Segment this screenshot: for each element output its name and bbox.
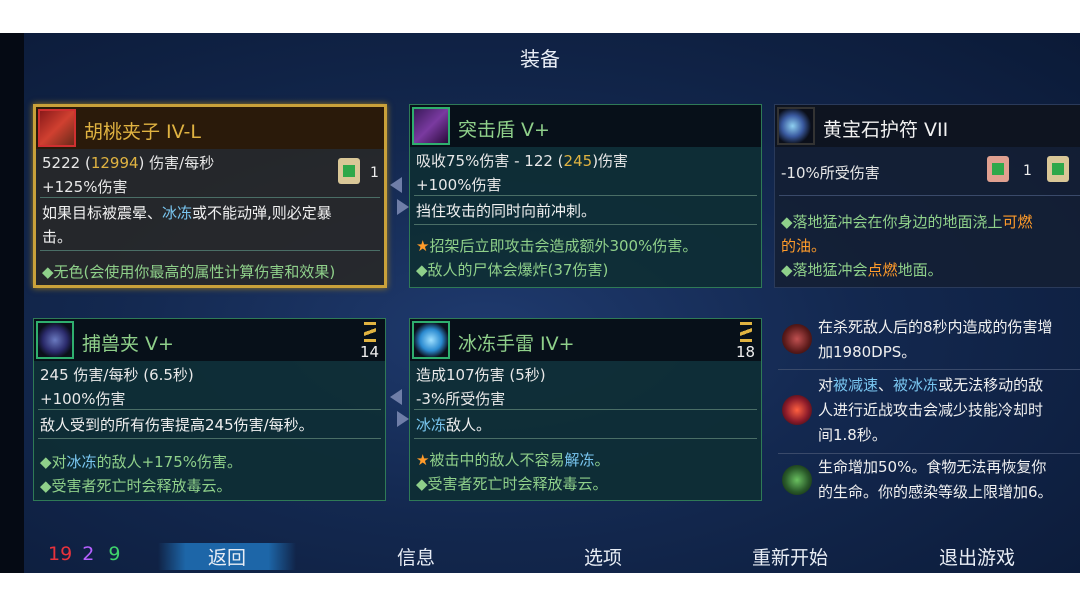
scroll-count: 1 bbox=[370, 165, 379, 181]
dps-line: 5222 (12994) 伤害/每秒 bbox=[42, 154, 215, 172]
mutation-list: 在杀死敌人后的8秒内造成的伤害增 加1980DPS。 对被减速、被冰冻或无法移动的… bbox=[778, 315, 1080, 505]
survival-scroll-icon bbox=[1047, 156, 1069, 182]
divider bbox=[779, 195, 1080, 196]
divider bbox=[38, 409, 381, 410]
divider bbox=[40, 250, 380, 251]
item-name: 捕兽夹 V+ bbox=[82, 333, 174, 355]
divider bbox=[414, 438, 757, 439]
game-screen: 装备 胡桃夹子 IV-L 5222 (12994) 伤害/每秒 +125%伤害 … bbox=[0, 33, 1080, 573]
affix-frozen-bonus: ◆对冰冻的敌人+175%伤害。 bbox=[40, 453, 243, 471]
card-header: 冰冻手雷 IV+ bbox=[410, 319, 761, 361]
mutation-item[interactable]: 对被减速、被冰冻或无法移动的敌 人进行近战攻击会减少技能冷却时 间1.8秒。 bbox=[778, 373, 1080, 451]
swap-right-arrow-icon[interactable] bbox=[397, 411, 409, 427]
flame-mutation-icon bbox=[782, 395, 812, 425]
divider bbox=[414, 409, 757, 410]
hourglass-icon bbox=[740, 322, 752, 342]
bonus-line: +125%伤害 bbox=[42, 178, 128, 196]
options-button[interactable]: 选项 bbox=[584, 543, 622, 570]
divider bbox=[414, 224, 757, 225]
sword-mutation-icon bbox=[782, 324, 812, 354]
mutation-text: 对被减速、被冰冻或无法移动的敌 人进行近战攻击会减少技能冷却时 间1.8秒。 bbox=[818, 376, 1044, 444]
card-header: 捕兽夹 V+ bbox=[34, 319, 385, 361]
wolf-trap-icon bbox=[36, 321, 74, 359]
item-name: 黄宝石护符 VII bbox=[823, 119, 949, 141]
brutality-count: 19 bbox=[48, 543, 73, 565]
stat-line: 吸收75%伤害 - 122 (245)伤害 bbox=[416, 152, 629, 170]
weapon-card-assault-shield[interactable]: 突击盾 V+ 吸收75%伤害 - 122 (245)伤害 +100%伤害 挡住攻… bbox=[409, 104, 762, 288]
cooldown: 18 bbox=[736, 343, 756, 361]
skill-card-wolf-trap[interactable]: 捕兽夹 V+ 14 245 伤害/每秒 (6.5秒) +100%伤害 敌人受到的… bbox=[33, 318, 386, 501]
mutation-text: 在杀死敌人后的8秒内造成的伤害增 加1980DPS。 bbox=[818, 318, 1053, 361]
bonus-line: -3%所受伤害 bbox=[416, 390, 506, 408]
item-description-cont: 击。 bbox=[42, 228, 73, 246]
bottom-menu-bar: 19 2 9 返回 信息 选项 重新开始 退出游戏 bbox=[0, 538, 1080, 573]
swap-left-arrow-icon[interactable] bbox=[390, 177, 402, 193]
scroll-icon bbox=[338, 158, 360, 184]
mutation-text: 生命增加50%。食物无法再恢复你 的生命。你的感染等级上限增加6。 bbox=[818, 458, 1053, 501]
item-description: 如果目标被震晕、冰冻或不能动弹,则必定暴 bbox=[42, 204, 332, 222]
card-header: 胡桃夹子 IV-L bbox=[36, 107, 384, 149]
mutation-item[interactable]: 在杀死敌人后的8秒内造成的伤害增 加1980DPS。 bbox=[778, 315, 1080, 367]
cooldown: 14 bbox=[360, 343, 380, 361]
scroll-counts: 19 2 9 bbox=[48, 543, 120, 565]
affix-corpse-explode: ◆敌人的尸体会爆炸(37伤害) bbox=[416, 261, 609, 279]
affix-toxic-cloud: ◆受害者死亡时会释放毒云。 bbox=[40, 477, 232, 495]
item-name: 突击盾 V+ bbox=[458, 119, 550, 141]
survival-count: 9 bbox=[108, 543, 121, 565]
info-button[interactable]: 信息 bbox=[397, 543, 435, 570]
quit-button[interactable]: 退出游戏 bbox=[939, 543, 1015, 570]
divider bbox=[38, 438, 381, 439]
affix-oil: ◆落地猛冲会在你身边的地面浇上可燃 bbox=[781, 213, 1033, 231]
affix-ignite: ◆落地猛冲会点燃地面。 bbox=[781, 261, 943, 279]
star-icon: ★ bbox=[416, 451, 430, 469]
item-description: 冰冻敌人。 bbox=[416, 416, 492, 434]
divider bbox=[778, 369, 1080, 370]
mutation-item[interactable]: 生命增加50%。食物无法再恢复你 的生命。你的感染等级上限增加6。 bbox=[778, 455, 1080, 507]
swap-left-arrow-icon[interactable] bbox=[390, 389, 402, 405]
stat-line: 245 伤害/每秒 (6.5秒) bbox=[40, 366, 194, 384]
left-edge bbox=[0, 33, 24, 573]
affix-toxic-cloud: ◆受害者死亡时会释放毒云。 bbox=[416, 475, 608, 493]
affix-oil-cont: 的油。 bbox=[781, 237, 827, 255]
divider bbox=[40, 197, 380, 198]
affix-parry: ★招架后立即攻击会造成额外300%伤害。 bbox=[416, 237, 698, 255]
item-description: 敌人受到的所有伤害提高245伤害/每秒。 bbox=[40, 416, 314, 434]
scroll-count: 1 bbox=[1023, 163, 1032, 179]
divider bbox=[778, 453, 1080, 454]
hourglass-icon bbox=[364, 322, 376, 342]
page-title: 装备 bbox=[520, 47, 560, 71]
nutcracker-icon bbox=[38, 109, 76, 147]
affix-colorless: ◆无色(会使用你最高的属性计算伤害和效果) bbox=[42, 263, 336, 281]
stat-line: -10%所受伤害 bbox=[781, 164, 880, 182]
item-name: 冰冻手雷 IV+ bbox=[458, 333, 575, 355]
affix-thaw: ★被击中的敌人不容易解冻。 bbox=[416, 451, 610, 469]
bonus-line: +100%伤害 bbox=[416, 176, 502, 194]
card-header: 黄宝石护符 VII bbox=[775, 105, 1080, 147]
star-icon: ★ bbox=[416, 237, 430, 255]
card-header: 突击盾 V+ bbox=[410, 105, 761, 147]
amulet-icon bbox=[777, 107, 815, 145]
restart-button[interactable]: 重新开始 bbox=[752, 543, 828, 570]
health-mutation-icon bbox=[782, 465, 812, 495]
item-description: 挡住攻击的同时向前冲刺。 bbox=[416, 202, 597, 220]
amulet-card[interactable]: 黄宝石护符 VII -10%所受伤害 1 ◆落地猛冲会在你身边的地面浇上可燃 的… bbox=[774, 104, 1080, 288]
swap-right-arrow-icon[interactable] bbox=[397, 199, 409, 215]
stat-line: 造成107伤害 (5秒) bbox=[416, 366, 546, 384]
bonus-line: +100%伤害 bbox=[40, 390, 126, 408]
skill-card-ice-grenade[interactable]: 冰冻手雷 IV+ 18 造成107伤害 (5秒) -3%所受伤害 冰冻敌人。 ★… bbox=[409, 318, 762, 501]
ice-grenade-icon bbox=[412, 321, 450, 359]
brutality-scroll-icon bbox=[987, 156, 1009, 182]
shield-icon bbox=[412, 107, 450, 145]
weapon-card-nutcracker[interactable]: 胡桃夹子 IV-L 5222 (12994) 伤害/每秒 +125%伤害 1 如… bbox=[33, 104, 387, 288]
divider bbox=[414, 195, 757, 196]
back-button[interactable]: 返回 bbox=[158, 543, 297, 570]
tactics-count: 2 bbox=[82, 543, 95, 565]
item-name: 胡桃夹子 IV-L bbox=[84, 121, 201, 143]
